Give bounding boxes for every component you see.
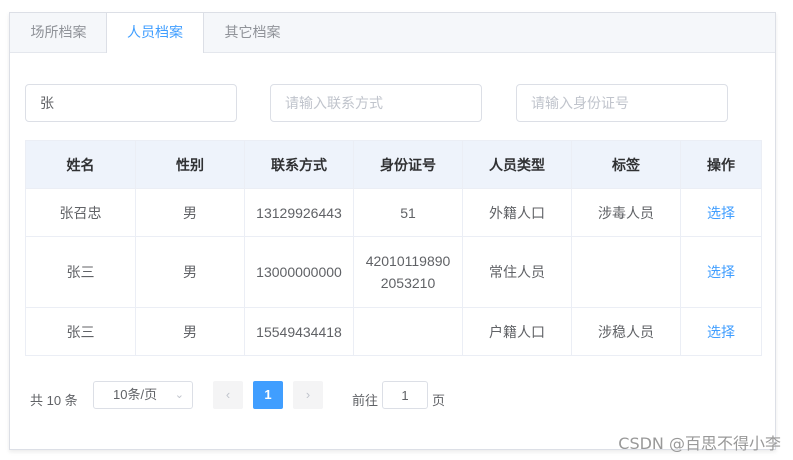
watermark: CSDN @百思不得小李: [618, 434, 781, 453]
cell-action: 选择: [680, 236, 762, 308]
cell-name: 张三: [25, 236, 136, 308]
cell-type: 常住人员: [462, 236, 572, 308]
select-link[interactable]: 选择: [707, 324, 735, 340]
cell-gender: 男: [135, 188, 245, 237]
cell-type: 外籍人口: [462, 188, 572, 237]
idcard-line-1: 51: [400, 204, 416, 221]
cell-idcard: [353, 307, 463, 356]
prev-page-button[interactable]: ‹: [213, 381, 243, 409]
cell-phone: 13129926443: [244, 188, 354, 237]
cell-name: 张三: [25, 307, 136, 356]
col-header-name: 姓名: [25, 140, 136, 189]
col-header-type: 人员类型: [462, 140, 572, 189]
col-header-phone: 联系方式: [244, 140, 354, 189]
table-row: 张召忠 男 13129926443 51 外籍人口 涉毒人员 选择: [25, 188, 762, 237]
tab-bar: 场所档案 人员档案 其它档案: [10, 13, 775, 53]
tab-person-archive[interactable]: 人员档案: [106, 13, 204, 53]
tab-other-archive[interactable]: 其它档案: [204, 13, 301, 52]
cell-action: 选择: [680, 307, 762, 356]
tab-venue-archive[interactable]: 场所档案: [10, 13, 107, 52]
chevron-left-icon: ‹: [225, 387, 231, 402]
col-header-action: 操作: [680, 140, 762, 189]
cell-phone: 13000000000: [244, 236, 354, 308]
cell-gender: 男: [135, 307, 245, 356]
chevron-right-icon: ›: [305, 387, 311, 402]
next-page-button[interactable]: ›: [293, 381, 323, 409]
idcard-search-input[interactable]: [516, 84, 728, 122]
idcard-line-1: 42010119890: [365, 253, 451, 269]
page-size-select[interactable]: 10条/页 ⌄: [93, 381, 193, 409]
cell-idcard: 42010119890 2053210: [353, 236, 463, 308]
page-suffix-label: 页: [432, 393, 446, 408]
cell-tag: 涉稳人员: [571, 307, 681, 356]
archive-panel: 场所档案 人员档案 其它档案 姓名 性别 联系方式 身份证号 人员类型 标签 操…: [9, 12, 776, 450]
page-number-button[interactable]: 1: [253, 381, 283, 409]
idcard-line-2: 2053210: [380, 275, 436, 291]
table-header-row: 姓名 性别 联系方式 身份证号 人员类型 标签 操作: [25, 140, 762, 189]
phone-search-input[interactable]: [270, 84, 482, 122]
cell-gender: 男: [135, 236, 245, 308]
cell-action: 选择: [680, 188, 762, 237]
page-size-value: 10条/页: [113, 387, 158, 402]
pagination-total: 共 10 条: [30, 393, 78, 408]
cell-idcard: 51: [353, 188, 463, 237]
cell-tag: 涉毒人员: [571, 188, 681, 237]
goto-label: 前往: [352, 393, 379, 408]
col-header-idcard: 身份证号: [353, 140, 463, 189]
col-header-gender: 性别: [135, 140, 245, 189]
col-header-tag: 标签: [571, 140, 681, 189]
chevron-down-icon: ⌄: [174, 389, 184, 401]
goto-page-input[interactable]: [382, 381, 428, 409]
cell-phone: 15549434418: [244, 307, 354, 356]
select-link[interactable]: 选择: [707, 264, 735, 280]
cell-name: 张召忠: [25, 188, 136, 237]
name-search-input[interactable]: [25, 84, 237, 122]
cell-tag: [571, 236, 681, 308]
select-link[interactable]: 选择: [707, 205, 735, 221]
table-row: 张三 男 13000000000 42010119890 2053210 常住人…: [25, 236, 762, 308]
cell-type: 户籍人口: [462, 307, 572, 356]
table-row: 张三 男 15549434418 户籍人口 涉稳人员 选择: [25, 307, 762, 356]
person-table: 姓名 性别 联系方式 身份证号 人员类型 标签 操作 张召忠 男 1312992…: [25, 140, 762, 356]
